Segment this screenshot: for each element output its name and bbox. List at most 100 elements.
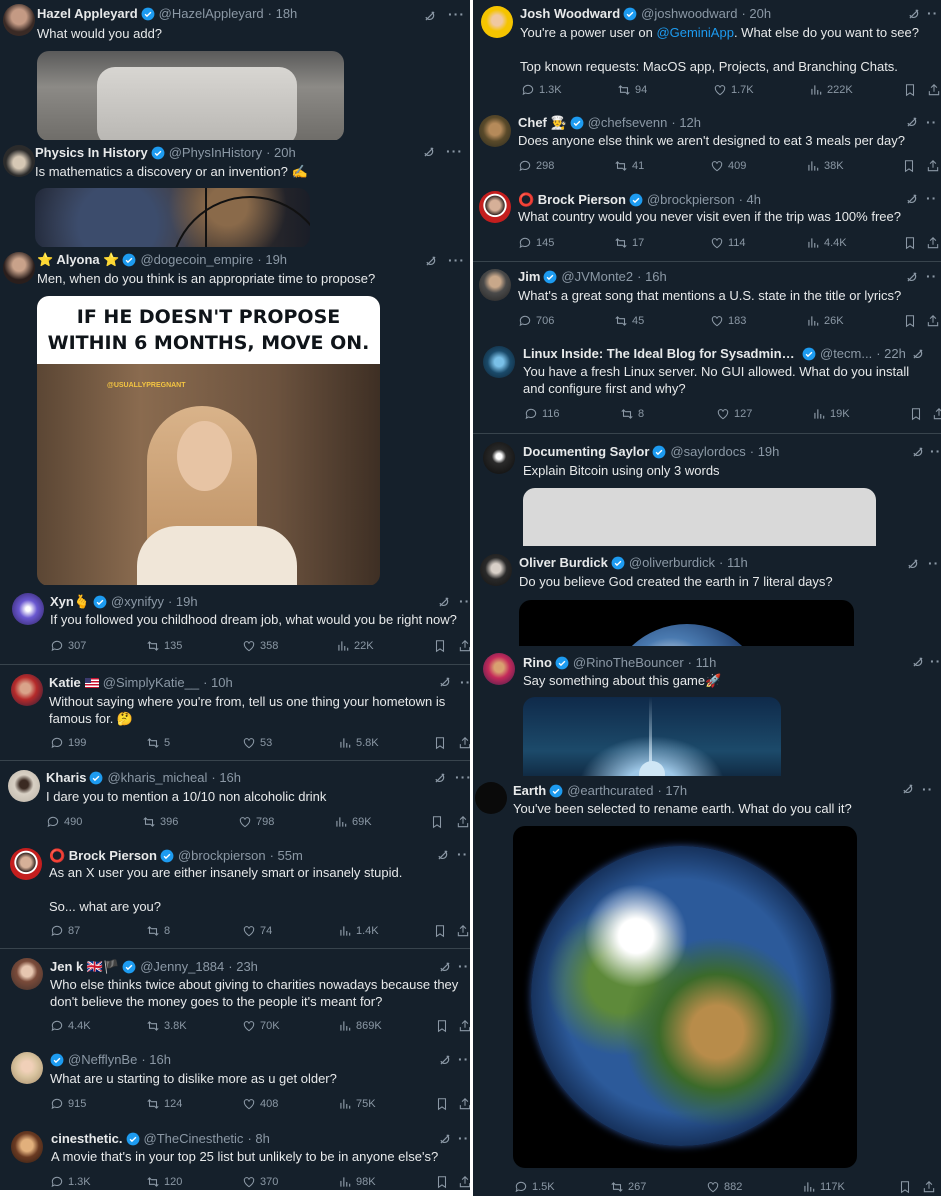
author-name[interactable]: Xyn🫰	[50, 594, 90, 610]
author-handle[interactable]: @chefsevenn	[588, 115, 668, 131]
more-icon[interactable]: ··	[457, 847, 468, 861]
share-icon[interactable]	[922, 1180, 936, 1194]
repost-button[interactable]: 8	[146, 924, 170, 938]
more-icon[interactable]: ···	[460, 675, 470, 689]
author-handle[interactable]: @joshwoodward	[641, 6, 737, 22]
views-button[interactable]: 222K	[809, 83, 853, 97]
tweet-cinesthetic[interactable]: cinesthetic. @TheCinesthetic · 8h ··· A …	[0, 1123, 470, 1190]
timestamp[interactable]: · 17h	[657, 783, 687, 799]
avatar[interactable]	[483, 346, 515, 378]
more-icon[interactable]: ···	[455, 770, 470, 784]
more-icon[interactable]: ···	[448, 7, 465, 21]
avatar[interactable]	[12, 593, 44, 625]
views-button[interactable]: 19K	[812, 407, 850, 421]
avatar[interactable]	[481, 6, 513, 38]
views-button[interactable]: 38K	[806, 159, 844, 173]
grok-icon[interactable]	[438, 1053, 452, 1067]
tweet-rino[interactable]: Rino @RinoTheBouncer · 11h ·· Say someth…	[473, 646, 941, 776]
more-icon[interactable]: ···	[458, 959, 470, 973]
timestamp[interactable]: · 11h	[688, 655, 717, 671]
author-name[interactable]: Oliver Burdick	[519, 555, 608, 571]
avatar[interactable]	[480, 554, 512, 586]
avatar[interactable]	[479, 191, 511, 223]
author-name[interactable]: Earth	[513, 783, 546, 799]
author-handle[interactable]: @NefflynBe	[68, 1052, 137, 1068]
mention-link[interactable]: @GeminiApp	[656, 25, 734, 40]
grok-icon[interactable]	[907, 7, 921, 21]
tweet-media[interactable]	[37, 51, 344, 140]
timestamp[interactable]: · 55m	[270, 848, 303, 864]
reply-button[interactable]: 915	[50, 1097, 86, 1111]
timestamp[interactable]: · 16h	[141, 1052, 171, 1068]
grok-icon[interactable]	[437, 595, 451, 609]
grok-icon[interactable]	[905, 270, 919, 284]
bookmark-icon[interactable]	[909, 407, 923, 421]
author-name[interactable]: Rino	[523, 655, 552, 671]
tweet-alyona[interactable]: ⭐ Alyona ⭐ @dogecoin_empire · 19h ··· Me…	[0, 247, 470, 585]
avatar[interactable]	[11, 674, 43, 706]
more-icon[interactable]: ··	[926, 115, 937, 129]
grok-icon[interactable]	[911, 655, 925, 669]
grok-icon[interactable]	[422, 145, 436, 159]
author-name[interactable]: ⭕ Brock Pierson	[518, 192, 626, 208]
avatar[interactable]	[475, 782, 507, 814]
views-button[interactable]: 26K	[806, 314, 844, 328]
share-icon[interactable]	[927, 83, 941, 97]
grok-icon[interactable]	[423, 9, 437, 23]
bookmark-icon[interactable]	[433, 639, 447, 653]
timestamp[interactable]: · 20h	[266, 145, 296, 161]
views-button[interactable]: 869K	[338, 1019, 382, 1033]
grok-icon[interactable]	[906, 557, 920, 571]
author-handle[interactable]: @SimplyKatie__	[103, 675, 199, 691]
grok-icon[interactable]	[905, 115, 919, 129]
grok-icon[interactable]	[433, 771, 447, 785]
repost-button[interactable]: 120	[146, 1175, 182, 1189]
timestamp[interactable]: · 11h	[719, 555, 748, 571]
bookmark-icon[interactable]	[903, 314, 917, 328]
timestamp[interactable]: · 20h	[741, 6, 771, 22]
share-icon[interactable]	[458, 1175, 470, 1189]
avatar[interactable]	[10, 848, 42, 880]
avatar[interactable]	[11, 1131, 43, 1163]
grok-icon[interactable]	[911, 347, 925, 361]
avatar[interactable]	[3, 145, 35, 177]
author-name[interactable]: Linux Inside: The Ideal Blog for Sysadmi…	[523, 346, 799, 362]
tweet-media[interactable]	[523, 697, 781, 776]
avatar[interactable]	[11, 958, 43, 990]
author-handle[interactable]: @HazelAppleyard	[159, 6, 264, 22]
author-name[interactable]: cinesthetic.	[51, 1131, 123, 1147]
grok-icon[interactable]	[911, 445, 925, 459]
reply-button[interactable]: 145	[518, 236, 554, 250]
author-name[interactable]: Chef 👨‍🍳	[518, 115, 567, 131]
bookmark-icon[interactable]	[435, 1097, 449, 1111]
reply-button[interactable]: 1.3K	[50, 1175, 91, 1189]
more-icon[interactable]: ··	[922, 782, 933, 796]
like-button[interactable]: 70K	[242, 1019, 280, 1033]
grok-icon[interactable]	[436, 848, 450, 862]
repost-button[interactable]: 41	[614, 159, 644, 173]
reply-button[interactable]: 87	[50, 924, 80, 938]
views-button[interactable]: 69K	[334, 815, 372, 829]
timestamp[interactable]: · 19h	[168, 594, 198, 610]
author-handle[interactable]: @saylordocs	[670, 444, 745, 460]
more-icon[interactable]: ···	[458, 1052, 470, 1066]
author-handle[interactable]: @oliverburdick	[629, 555, 715, 571]
avatar[interactable]	[8, 770, 40, 802]
author-name[interactable]: Physics In History	[35, 145, 148, 161]
like-button[interactable]: 74	[242, 924, 272, 938]
share-icon[interactable]	[458, 1019, 470, 1033]
timestamp[interactable]: · 19h	[750, 444, 780, 460]
share-icon[interactable]	[458, 736, 470, 750]
like-button[interactable]: 183	[710, 314, 746, 328]
tweet-linux-inside[interactable]: Linux Inside: The Ideal Blog for Sysadmi…	[473, 338, 941, 434]
timestamp[interactable]: · 4h	[739, 192, 761, 208]
grok-icon[interactable]	[901, 782, 915, 796]
tweet-brock-2[interactable]: ⭕ Brock Pierson @brockpierson · 4h ·· Wh…	[473, 184, 941, 262]
tweet-hazel[interactable]: Hazel Appleyard @HazelAppleyard · 18h ··…	[0, 0, 470, 140]
author-handle[interactable]: @dogecoin_empire	[140, 252, 253, 268]
more-icon[interactable]: ··	[928, 556, 939, 570]
views-button[interactable]: 98K	[338, 1175, 376, 1189]
repost-button[interactable]: 135	[146, 639, 182, 653]
tweet-media[interactable]	[35, 188, 310, 247]
timestamp[interactable]: · 19h	[257, 252, 287, 268]
